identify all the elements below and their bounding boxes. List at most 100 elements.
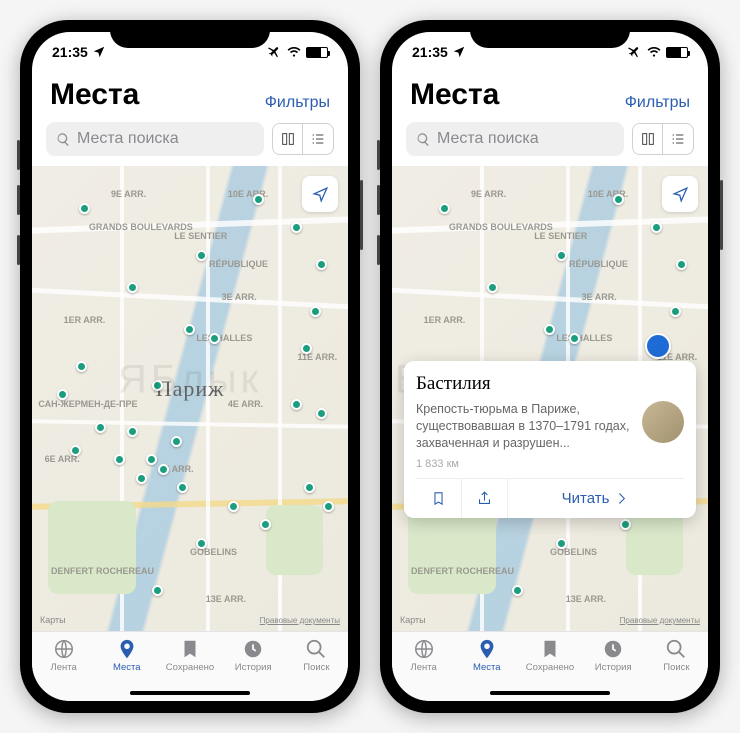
district-label: LES HALLES	[196, 333, 252, 343]
map-attribution: Карты	[40, 615, 66, 625]
view-toggle	[632, 123, 694, 155]
map-pin[interactable]	[620, 519, 631, 530]
map-pin[interactable]	[676, 259, 687, 270]
globe-icon	[53, 638, 75, 660]
watermark: ЯБлык	[118, 357, 262, 402]
map-pin[interactable]	[253, 194, 264, 205]
map-view-icon	[280, 131, 296, 147]
tab-feed[interactable]: Лента	[392, 638, 455, 701]
district-label: 3E ARR.	[582, 292, 617, 302]
district-label: 9E ARR.	[111, 189, 146, 199]
district-label: 1ER ARR.	[424, 315, 466, 325]
airplane-icon	[268, 45, 282, 59]
tab-search[interactable]: Поиск	[285, 638, 348, 701]
map-pin[interactable]	[304, 482, 315, 493]
tab-feed[interactable]: Лента	[32, 638, 95, 701]
search-icon	[56, 132, 71, 147]
map-pin[interactable]	[316, 259, 327, 270]
locate-me-button[interactable]	[662, 176, 698, 212]
map-pin[interactable]	[158, 464, 169, 475]
place-card: Бастилия Крепость-тюрьма в Париже, сущес…	[404, 361, 696, 518]
map-area[interactable]: 9E ARR. 10E ARR. GRANDS BOULEVARDS LE SE…	[392, 166, 708, 631]
map-pin[interactable]	[613, 194, 624, 205]
pin-icon	[476, 638, 498, 660]
map-pin[interactable]	[556, 250, 567, 261]
district-label: 9E ARR.	[471, 189, 506, 199]
map-pin[interactable]	[670, 306, 681, 317]
map-pin[interactable]	[310, 306, 321, 317]
map-pin[interactable]	[228, 501, 239, 512]
filters-button[interactable]: Фильтры	[625, 94, 690, 112]
battery-icon	[666, 47, 688, 58]
map-pin[interactable]	[196, 250, 207, 261]
map-pin[interactable]	[127, 282, 138, 293]
map-pin[interactable]	[291, 222, 302, 233]
map-pin[interactable]	[316, 408, 327, 419]
list-view-icon	[670, 131, 686, 147]
map-pin[interactable]	[544, 324, 555, 335]
share-button[interactable]	[462, 479, 508, 518]
location-status-icon	[92, 45, 106, 59]
search-row: Места поиска	[392, 122, 708, 166]
map-pin[interactable]	[70, 445, 81, 456]
home-indicator[interactable]	[130, 691, 250, 695]
view-toggle	[272, 123, 334, 155]
list-view-button[interactable]	[663, 124, 693, 154]
read-button[interactable]: Читать	[508, 479, 684, 518]
map-pin[interactable]	[177, 482, 188, 493]
district-label: DENFERT ROCHEREAU	[411, 566, 514, 576]
map-area[interactable]: 9E ARR. 10E ARR. GRANDS BOULEVARDS LE SE…	[32, 166, 348, 631]
airplane-icon	[628, 45, 642, 59]
wifi-icon	[647, 45, 661, 59]
map-pin[interactable]	[260, 519, 271, 530]
tab-search[interactable]: Поиск	[645, 638, 708, 701]
map-view-button[interactable]	[633, 124, 663, 154]
legal-link[interactable]: Правовые документы	[620, 616, 700, 625]
bookmark-button[interactable]	[416, 479, 462, 518]
map-pin[interactable]	[152, 585, 163, 596]
map-pin[interactable]	[487, 282, 498, 293]
district-label: RÉPUBLIQUE	[209, 259, 268, 269]
clock-icon	[242, 638, 264, 660]
place-thumbnail[interactable]	[642, 401, 684, 443]
search-tab-icon	[305, 638, 327, 660]
map-pin[interactable]	[301, 343, 312, 354]
filters-button[interactable]: Фильтры	[265, 94, 330, 112]
bookmark-icon	[430, 490, 447, 507]
map-pin[interactable]	[171, 436, 182, 447]
screen: 21:35 Места Фильтры Места поиска	[392, 32, 708, 701]
page-title: Места	[50, 78, 139, 112]
map-pin[interactable]	[512, 585, 523, 596]
map-pin[interactable]	[439, 203, 450, 214]
legal-link[interactable]: Правовые документы	[260, 616, 340, 625]
search-input[interactable]: Места поиска	[406, 122, 624, 156]
home-indicator[interactable]	[490, 691, 610, 695]
district-label: LE SENTIER	[534, 231, 587, 241]
map-pin-selected[interactable]	[645, 333, 671, 359]
screen: 21:35 Места Фильтры Места поиска	[32, 32, 348, 701]
list-view-button[interactable]	[303, 124, 333, 154]
bookmark-icon	[179, 638, 201, 660]
search-input[interactable]: Места поиска	[46, 122, 264, 156]
locate-me-button[interactable]	[302, 176, 338, 212]
map-pin[interactable]	[291, 399, 302, 410]
search-placeholder: Места поиска	[437, 130, 539, 148]
map-pin[interactable]	[136, 473, 147, 484]
map-pin[interactable]	[79, 203, 90, 214]
map-pin[interactable]	[651, 222, 662, 233]
battery-icon	[306, 47, 328, 58]
map-pin[interactable]	[127, 426, 138, 437]
page-title: Места	[410, 78, 499, 112]
map-pin[interactable]	[184, 324, 195, 335]
pin-icon	[116, 638, 138, 660]
district-label: 1ER ARR.	[64, 315, 106, 325]
chevron-right-icon	[613, 490, 630, 507]
map-pin[interactable]	[146, 454, 157, 465]
map-pin[interactable]	[323, 501, 334, 512]
map-pin[interactable]	[95, 422, 106, 433]
map-view-button[interactable]	[273, 124, 303, 154]
map-view-icon	[640, 131, 656, 147]
globe-icon	[413, 638, 435, 660]
location-arrow-icon	[312, 186, 329, 203]
map-pin[interactable]	[76, 361, 87, 372]
